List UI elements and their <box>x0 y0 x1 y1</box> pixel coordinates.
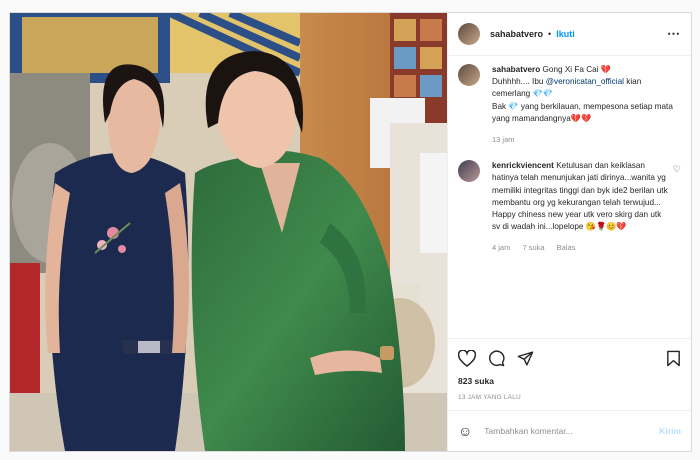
caption-time[interactable]: 13 jam <box>492 135 515 144</box>
comment-item: kenrickviencent Ketulusan dan keiklasan … <box>458 160 681 254</box>
caption-username[interactable]: sahabatvero <box>492 65 540 74</box>
like-icon[interactable] <box>458 349 476 367</box>
commenter-username[interactable]: kenrickviencent <box>492 161 554 170</box>
caption-line1: Gong Xi Fa Cai <box>542 65 601 74</box>
reply-button[interactable]: Balas <box>557 243 576 252</box>
share-icon[interactable] <box>517 350 534 367</box>
caption: sahabatvero Gong Xi Fa Cai 💔 Duhhhh.... … <box>458 64 681 146</box>
add-comment-bar: ☺ Tambahkan komentar... Kirim <box>448 410 691 451</box>
send-button[interactable]: Kirim <box>659 426 681 436</box>
more-options-icon[interactable]: ⋯ <box>667 26 681 42</box>
post-sidebar: sahabatvero • Ikuti ⋯ sahabatvero Gong X… <box>447 13 691 451</box>
caption-mention[interactable]: @veronicatan_official <box>546 77 624 86</box>
caption-line3-emoji: 💎 <box>508 101 519 111</box>
caption-line2-emoji: 💎💎 <box>532 89 553 99</box>
post-header: sahabatvero • Ikuti ⋯ <box>448 13 691 56</box>
post-time[interactable]: 13 JAM YANG LALU <box>458 394 681 401</box>
bookmark-icon[interactable] <box>666 350 681 367</box>
emoji-icon[interactable]: ☺ <box>458 423 472 439</box>
comments-list: sahabatvero Gong Xi Fa Cai 💔 Duhhhh.... … <box>448 56 691 338</box>
comment-emojis: 😘🌹😊💔 <box>585 222 627 232</box>
author-username[interactable]: sahabatvero <box>490 29 543 39</box>
caption-line3a: Bak <box>492 101 509 111</box>
post-actions: 823 suka 13 JAM YANG LALU <box>448 338 691 401</box>
post-card: sahabatvero • Ikuti ⋯ sahabatvero Gong X… <box>9 12 692 452</box>
photo-illustration <box>10 13 447 451</box>
comment-icon[interactable] <box>488 349 505 367</box>
comment-input[interactable]: Tambahkan komentar... <box>484 426 659 436</box>
commenter-avatar[interactable] <box>458 160 480 183</box>
comment-text: Ketulusan dan keiklasan hatinya telah me… <box>492 161 668 232</box>
caption-line1-emoji: 💔 <box>600 65 611 74</box>
caption-line3-end: 💔💔 <box>570 113 592 123</box>
author-avatar[interactable] <box>458 23 480 45</box>
likes-count[interactable]: 823 suka <box>458 376 681 386</box>
post-photo[interactable] <box>10 13 447 451</box>
caption-line2a: Duhhhh.... Ibu <box>492 77 546 87</box>
follow-button[interactable]: Ikuti <box>556 29 575 39</box>
caption-avatar[interactable] <box>458 64 480 86</box>
comment-time[interactable]: 4 jam <box>492 243 510 252</box>
comment-likes[interactable]: 7 suka <box>522 243 544 252</box>
separator-dot: • <box>548 29 552 39</box>
heart-outline-icon[interactable]: ♡ <box>673 163 681 254</box>
